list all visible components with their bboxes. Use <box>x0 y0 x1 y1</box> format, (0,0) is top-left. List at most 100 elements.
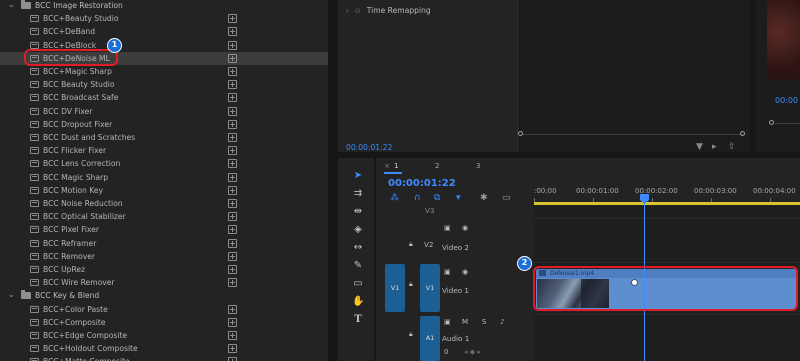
effect-item[interactable]: BCC Wire Remover <box>0 276 328 289</box>
effect-item[interactable]: BCC Broadcast Safe <box>0 91 328 104</box>
pen-tool-icon[interactable]: ✎ <box>352 260 364 272</box>
mute-button[interactable]: M <box>462 318 468 326</box>
effect-label: BCC Reframer <box>43 238 97 248</box>
effect-item[interactable]: BCC+DeBand <box>0 25 328 38</box>
razor-tool-icon[interactable]: ◈ <box>352 224 364 236</box>
type-tool-icon[interactable]: T <box>352 314 364 326</box>
effect-label: BCC+DeBand <box>43 27 96 37</box>
effects-category[interactable]: ⌄ BCC Key & Blend <box>0 289 328 302</box>
slip-tool-icon[interactable]: ↔ <box>352 242 364 254</box>
nest-icon[interactable]: ⁂ <box>390 193 399 203</box>
scroll-handle-right[interactable] <box>740 131 745 136</box>
track-label-v1: Video 1 <box>442 286 469 295</box>
tools-panel: ➤ ⇉ ⇹ ◈ ↔ ✎ ▭ ✋ T <box>338 158 376 361</box>
effect-item[interactable]: BCC+Composite <box>0 316 328 329</box>
lock-icon[interactable]: 🔒︎ <box>409 240 413 249</box>
effect-item[interactable]: BCC+Edge Composite <box>0 329 328 342</box>
effect-item[interactable]: BCC Magic Sharp <box>0 171 328 184</box>
effect-item[interactable]: BCC+Color Paste <box>0 303 328 316</box>
effect-item[interactable]: BCC UpRez <box>0 263 328 276</box>
accelerated-effect-icon <box>228 278 237 288</box>
effect-item[interactable]: BCC Remover <box>0 250 328 263</box>
time-remapping-row[interactable]: › ⊙ Time Remapping <box>346 6 431 15</box>
effect-controls-panel: › ⊙ Time Remapping 00:00:01:22 ▼ ▸ ⇪ <box>338 0 750 157</box>
time-remapping-label: Time Remapping <box>366 6 431 15</box>
play-audio-icon[interactable]: ▸ <box>712 142 717 152</box>
accelerated-effect-icon <box>228 93 237 103</box>
wrench-icon[interactable]: ✱ <box>480 193 488 203</box>
track-select-tool-icon[interactable]: ⇉ <box>352 188 364 200</box>
stopwatch-icon[interactable]: ⊙ <box>355 7 361 15</box>
selection-tool-icon[interactable]: ➤ <box>352 170 364 182</box>
lock-icon[interactable]: 🔒︎ <box>409 280 413 289</box>
effect-label: BCC Dropout Fixer <box>43 119 113 129</box>
keyframe-nav-icon[interactable]: ◂ ◆ ▸ <box>464 348 481 356</box>
microphone-icon[interactable]: ♪ <box>500 318 504 326</box>
ripple-edit-tool-icon[interactable]: ⇹ <box>352 206 364 218</box>
program-timecode[interactable]: 00:00 <box>775 96 798 105</box>
chevron-down-icon[interactable]: ⌄ <box>8 1 16 9</box>
eye-icon[interactable]: ◉ <box>462 224 468 232</box>
accelerated-effect-icon <box>228 159 237 169</box>
chevron-down-icon[interactable]: ⌄ <box>8 291 16 299</box>
chevron-right-icon[interactable]: › <box>346 7 349 15</box>
effect-item[interactable]: BCC Pixel Fixer <box>0 223 328 236</box>
effect-label: BCC Remover <box>43 251 96 261</box>
effect-item[interactable]: BCC+Matte Composite <box>0 355 328 361</box>
effect-item[interactable]: BCC Reframer <box>0 237 328 250</box>
effect-item[interactable]: BCC Lens Correction <box>0 157 328 170</box>
program-scrollbar[interactable] <box>775 123 800 124</box>
effect-item[interactable]: BCC+Holdout Composite <box>0 342 328 355</box>
program-scroll-handle[interactable] <box>769 120 774 125</box>
accelerated-effect-icon <box>228 106 237 116</box>
effect-controls-timecode[interactable]: 00:00:01:22 <box>346 143 392 152</box>
effect-label: BCC+Matte Composite <box>43 357 130 361</box>
panel-divider[interactable] <box>328 0 338 361</box>
effect-item[interactable]: BCC Dust and Scratches <box>0 131 328 144</box>
captions-icon[interactable]: ▭ <box>502 193 511 203</box>
effect-item[interactable]: BCC+Beauty Studio <box>0 12 328 25</box>
effect-label: BCC UpRez <box>43 265 86 275</box>
sync-lock-icon[interactable]: ▣ <box>444 224 451 232</box>
effect-item[interactable]: BCC Flicker Fixer <box>0 144 328 157</box>
effect-item[interactable]: BCC Beauty Studio <box>0 78 328 91</box>
rectangle-tool-icon[interactable]: ▭ <box>352 278 364 290</box>
export-icon[interactable]: ⇪ <box>728 142 736 152</box>
add-marker-icon[interactable]: ▾ <box>456 193 461 203</box>
effects-category[interactable]: ⌄ BCC Image Restoration <box>0 0 328 12</box>
solo-button[interactable]: S <box>482 318 486 326</box>
effect-label: BCC Noise Reduction <box>43 199 123 209</box>
work-area-bar[interactable] <box>534 202 800 205</box>
effect-label: BCC+Holdout Composite <box>43 344 138 354</box>
effect-item[interactable]: BCC Optical Stabilizer <box>0 210 328 223</box>
timeline-timecode[interactable]: 00:00:01:22 <box>388 178 456 189</box>
effect-item[interactable]: BCC Noise Reduction <box>0 197 328 210</box>
sequence-tab-2[interactable]: 2 <box>435 162 439 170</box>
track-target-a1[interactable]: A1 <box>420 316 440 361</box>
effect-item[interactable]: BCC Dropout Fixer <box>0 118 328 131</box>
scroll-handle-left[interactable] <box>518 131 523 136</box>
linked-selection-icon[interactable]: ⧉ <box>434 193 440 203</box>
lock-icon[interactable]: 🔒︎ <box>409 330 413 339</box>
sequence-tab-3[interactable]: 3 <box>476 162 480 170</box>
horizontal-scrollbar[interactable] <box>522 134 744 135</box>
highlight-effect-denoise <box>24 49 118 66</box>
accelerated-effect-icon <box>228 199 237 208</box>
close-sequence-icon[interactable]: × <box>384 162 390 170</box>
effect-preset-icon <box>30 345 39 353</box>
track-header-a1: A1 🔒︎ ▣ M S ♪ Audio 1 0 ◂ ◆ ▸ <box>376 316 534 361</box>
filter-icon[interactable]: ▼ <box>696 142 703 152</box>
snap-icon[interactable]: ∩ <box>414 193 421 203</box>
effect-item[interactable]: BCC Motion Key <box>0 184 328 197</box>
effect-item[interactable]: BCC DV Fixer <box>0 105 328 118</box>
source-patch-v1[interactable]: V1 <box>385 264 405 312</box>
track-volume-level[interactable]: 0 <box>444 348 448 356</box>
track-target-v1[interactable]: V1 <box>420 264 440 312</box>
sync-lock-icon[interactable]: ▣ <box>444 268 451 276</box>
effect-item[interactable]: BCC+Magic Sharp <box>0 65 328 78</box>
eye-icon[interactable]: ◉ <box>462 268 468 276</box>
hand-tool-icon[interactable]: ✋ <box>352 296 364 308</box>
sync-lock-icon[interactable]: ▣ <box>444 318 451 326</box>
track-header-v3: V3 <box>376 206 534 218</box>
sequence-tab-1[interactable]: 1 <box>394 162 398 170</box>
